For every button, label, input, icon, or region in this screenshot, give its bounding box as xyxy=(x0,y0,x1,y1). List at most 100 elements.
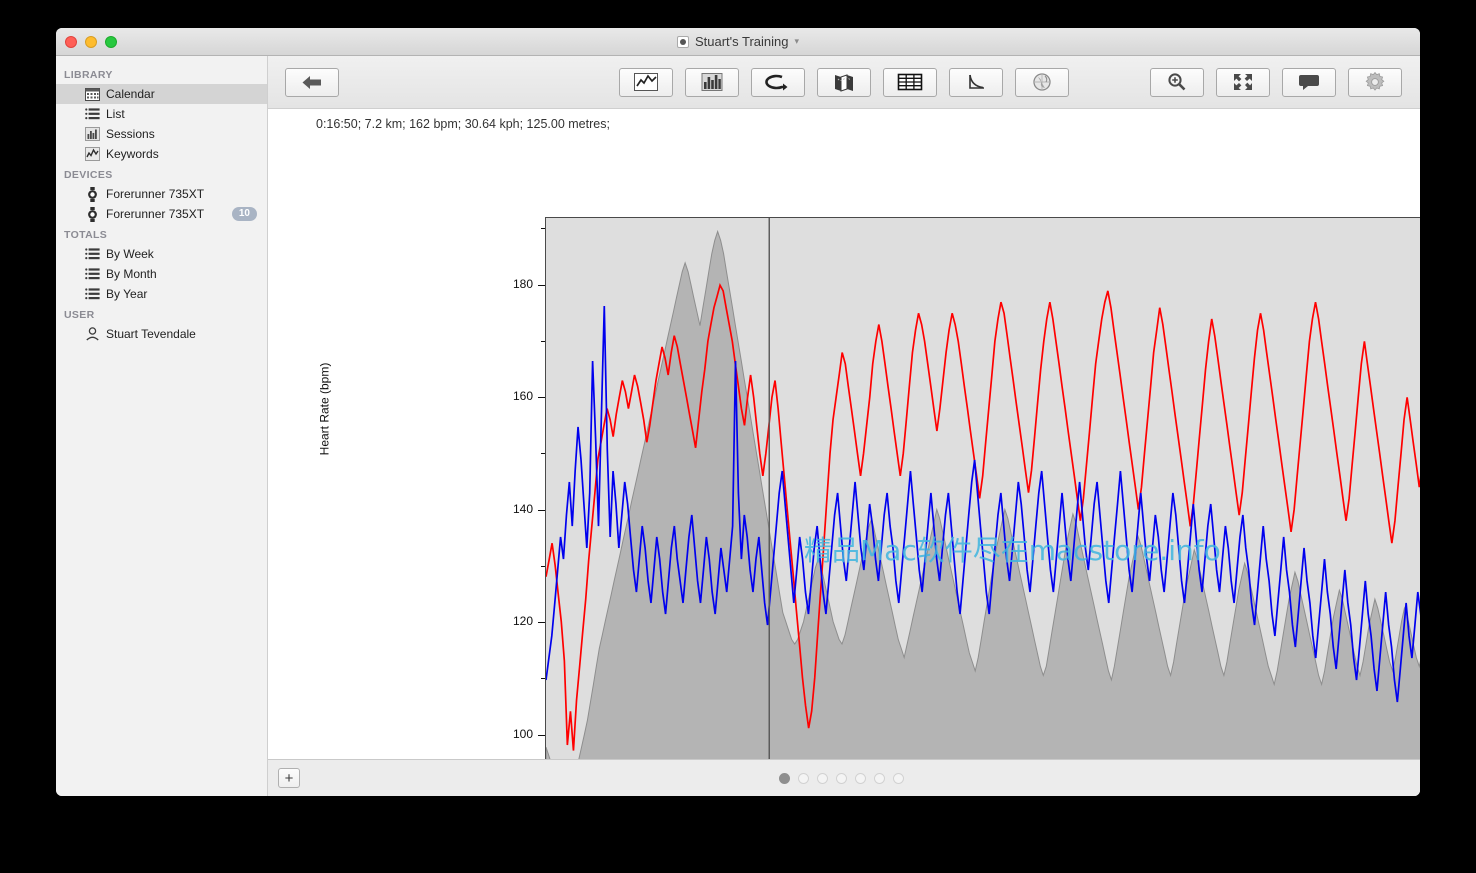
sidebar-item-label: By Year xyxy=(106,287,148,301)
toolbar xyxy=(268,56,1420,109)
sidebar: LIBRARY Calendar List Sessions Keywords … xyxy=(56,56,268,796)
sidebar-item-label: Forerunner 735XT xyxy=(106,207,205,221)
sidebar-header-library: LIBRARY xyxy=(64,69,113,81)
sidebar-item-label: List xyxy=(106,107,125,121)
zones-view-button[interactable] xyxy=(949,67,1003,97)
list-icon xyxy=(84,267,100,281)
lap-loop-icon xyxy=(765,74,788,91)
sidebar-item-by-year[interactable]: By Year xyxy=(56,284,267,304)
bars-view-button[interactable] xyxy=(685,67,739,97)
zoom-in-button[interactable] xyxy=(1150,67,1204,97)
status-readout: 0:16:50; 7.2 km; 162 bpm; 30.64 kph; 125… xyxy=(316,117,610,131)
window-body: LIBRARY Calendar List Sessions Keywords … xyxy=(56,56,1420,796)
view-mode-buttons xyxy=(619,67,1069,97)
map-view-button[interactable] xyxy=(817,67,871,97)
decay-curve-icon xyxy=(969,74,984,89)
zoom-button[interactable] xyxy=(105,35,117,48)
sidebar-item-by-month[interactable]: By Month xyxy=(56,264,267,284)
sidebar-header-user: USER xyxy=(64,309,95,321)
line-chart-icon xyxy=(84,147,100,161)
chart-svg xyxy=(546,218,1420,796)
calendar-icon xyxy=(84,87,100,101)
page-dot[interactable] xyxy=(836,772,847,784)
axis-tick-label: 140 xyxy=(512,501,533,516)
sidebar-item-label: By Week xyxy=(106,247,154,261)
axis-tick-label: 100 xyxy=(512,726,533,741)
y-axis-label-heartrate: Heart Rate (bpm) xyxy=(317,362,332,456)
laps-view-button[interactable] xyxy=(751,67,805,97)
comment-button[interactable] xyxy=(1282,67,1336,97)
axis-tick-label: 180 xyxy=(512,276,533,291)
window-controls xyxy=(65,35,117,48)
sidebar-header-totals: TOTALS xyxy=(64,229,108,241)
axis-tick-label: 160 xyxy=(512,389,533,403)
axis-tick xyxy=(538,284,545,286)
page-dot[interactable] xyxy=(817,772,828,784)
sidebar-item-keywords[interactable]: Keywords xyxy=(56,144,267,164)
sidebar-item-device-1[interactable]: Forerunner 735XT xyxy=(56,184,267,204)
page-dot[interactable] xyxy=(874,772,885,784)
sidebar-item-list[interactable]: List xyxy=(56,104,267,124)
page-dot[interactable] xyxy=(779,772,790,784)
bar-chart-icon xyxy=(84,127,100,141)
settings-button[interactable] xyxy=(1348,67,1402,97)
app-window: Stuart's Training ▾ LIBRARY Calendar Lis… xyxy=(56,28,1420,796)
list-icon xyxy=(84,247,100,261)
sidebar-item-calendar[interactable]: Calendar xyxy=(56,84,267,104)
sidebar-item-label: By Month xyxy=(106,267,157,281)
gear-icon xyxy=(1365,71,1385,91)
comment-icon xyxy=(1299,75,1319,90)
main-content: 0:16:50; 7.2 km; 162 bpm; 30.64 kph; 125… xyxy=(268,56,1420,796)
watch-icon xyxy=(84,186,100,202)
table-icon xyxy=(897,73,923,91)
close-button[interactable] xyxy=(65,35,77,48)
bottom-bar: + xyxy=(268,759,1420,796)
page-dot[interactable] xyxy=(893,772,904,784)
map-icon xyxy=(835,73,853,92)
document-title-group: Stuart's Training ▾ xyxy=(56,28,1420,55)
sidebar-item-user[interactable]: Stuart Tevendale xyxy=(56,324,267,344)
status-badge: 10 xyxy=(231,207,257,221)
document-dot-icon xyxy=(676,35,689,48)
window-titlebar: Stuart's Training ▾ xyxy=(56,28,1420,56)
window-title: Stuart's Training xyxy=(694,34,789,49)
utility-buttons xyxy=(1150,67,1402,97)
back-button[interactable] xyxy=(285,67,339,97)
sidebar-item-label: Sessions xyxy=(106,127,155,141)
sidebar-item-label: Forerunner 735XT xyxy=(106,187,205,201)
sidebar-item-label: Calendar xyxy=(106,87,155,101)
plot-canvas[interactable]: 123456 xyxy=(545,217,1420,796)
zoom-in-icon xyxy=(1168,73,1186,91)
line-chart-icon xyxy=(634,73,658,91)
chart-area: 0:16:50; 7.2 km; 162 bpm; 30.64 kph; 125… xyxy=(268,109,1420,796)
bar-chart-icon xyxy=(701,73,723,91)
axis-tick xyxy=(538,622,545,623)
page-dot[interactable] xyxy=(855,772,866,784)
page-indicator xyxy=(779,772,904,784)
table-view-button[interactable] xyxy=(883,67,937,97)
globe-view-button[interactable] xyxy=(1015,67,1069,97)
person-icon xyxy=(84,327,100,341)
watch-icon xyxy=(84,206,100,222)
axis-tick-label: 120 xyxy=(512,614,533,628)
axis-tick xyxy=(538,397,545,398)
list-icon xyxy=(84,287,100,301)
sidebar-header-devices: DEVICES xyxy=(64,169,113,181)
axis-tick xyxy=(538,509,545,511)
sidebar-item-device-2[interactable]: Forerunner 735XT 10 xyxy=(56,204,267,224)
fullscreen-button[interactable] xyxy=(1216,67,1270,97)
sidebar-item-sessions[interactable]: Sessions xyxy=(56,124,267,144)
sidebar-item-by-week[interactable]: By Week xyxy=(56,244,267,264)
axis-tick xyxy=(538,734,545,736)
sidebar-item-label: Keywords xyxy=(106,147,159,161)
add-button[interactable]: + xyxy=(278,768,300,788)
arrow-left-icon xyxy=(302,75,321,89)
page-dot[interactable] xyxy=(798,772,809,784)
chart-view-button[interactable] xyxy=(619,67,673,97)
globe-radar-icon xyxy=(1033,73,1051,91)
chevron-down-icon[interactable]: ▾ xyxy=(795,36,800,47)
list-icon xyxy=(84,107,100,121)
fullscreen-icon xyxy=(1234,74,1252,90)
minimize-button[interactable] xyxy=(85,35,97,48)
sidebar-item-label: Stuart Tevendale xyxy=(106,327,196,341)
